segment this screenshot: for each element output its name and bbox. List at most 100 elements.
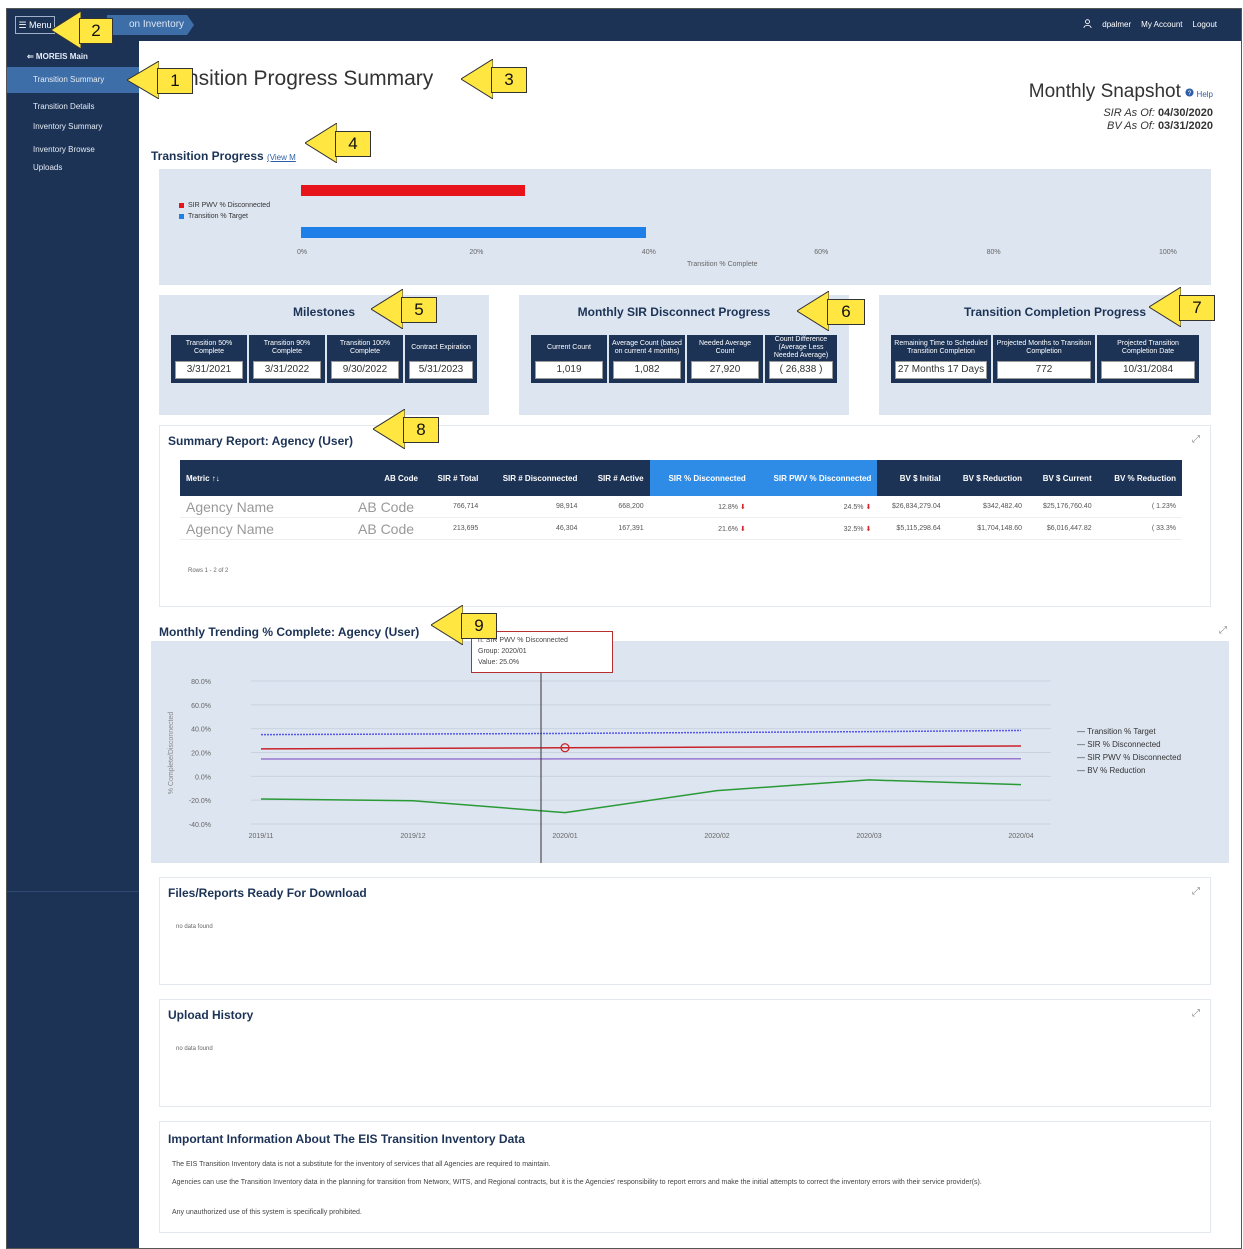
bar-sir-pwv-disconnected <box>301 185 525 196</box>
cell: $6,016,447.82 <box>1028 518 1098 540</box>
x-tick-label: 20% <box>469 249 483 256</box>
info-paragraph: Any unauthorized use of this system is s… <box>172 1208 1182 1219</box>
callout-arrow-icon <box>1149 287 1181 327</box>
col-ab-code[interactable]: AB Code <box>352 460 424 496</box>
sidebar-divider <box>7 891 139 892</box>
callout-arrow-icon <box>371 289 403 329</box>
trend-chart: 80.0%60.0%40.0%20.0%0.0%-20.0%-40.0%% Co… <box>151 641 1229 863</box>
cell: 24.5% ⬇ <box>752 496 878 518</box>
app-window: ☰ Menu on Inventory dpalmer My Account L… <box>6 8 1242 1249</box>
upload-history-panel: Upload History ⤢ no data found <box>159 999 1211 1107</box>
sidebar-item-inventory-browse[interactable]: Inventory Browse <box>7 140 139 160</box>
cell: 213,695 <box>424 518 484 540</box>
milestone-cell: Contract Expiration5/31/2023 <box>405 335 477 383</box>
x-tick-label: 40% <box>642 249 656 256</box>
sir-cell: Needed Average Count27,920 <box>687 335 763 383</box>
y-tick-label: 0.0% <box>195 774 211 781</box>
top-bar: ☰ Menu on Inventory dpalmer My Account L… <box>7 9 1241 41</box>
upload-history-empty: no data found <box>176 1046 213 1052</box>
cell: 98,914 <box>484 496 583 518</box>
expand-icon[interactable]: ⤢ <box>1192 886 1200 897</box>
col-sir-total[interactable]: SIR # Total <box>424 460 484 496</box>
cell: 167,391 <box>583 518 649 540</box>
milestone-cell: Transition 90% Complete3/31/2022 <box>249 335 325 383</box>
bv-as-of: BV As Of: 03/31/2020 <box>1029 120 1213 132</box>
y-axis-label: % Complete/Disconnected <box>168 712 175 795</box>
col-sir-pwv-pct[interactable]: SIR PWV % Disconnected <box>752 460 878 496</box>
sidebar: ⇐ MOREIS Main Transition Summary Transit… <box>7 41 139 1248</box>
series-line-sir-pwv-disconnected <box>261 746 1021 749</box>
help-label[interactable]: Help <box>1197 90 1213 99</box>
sidebar-item-transition-details[interactable]: Transition Details <box>7 97 139 117</box>
expand-icon[interactable]: ⤢ <box>1192 1008 1200 1019</box>
sir-as-of-date: 04/30/2020 <box>1158 107 1213 119</box>
user-links: dpalmer My Account Logout <box>1083 19 1217 30</box>
cell-ab-code: AB Code <box>352 518 424 540</box>
x-tick-label: 2020/03 <box>856 833 881 840</box>
sidebar-item-inventory-summary[interactable]: Inventory Summary <box>7 117 139 137</box>
main-content: nsition Progress Summary Monthly Snapsho… <box>139 41 1241 1248</box>
down-arrow-icon: ⬇ <box>865 526 871 533</box>
series-line-transition-target <box>261 730 1021 734</box>
trend-legend: — Transition % Target — SIR % Disconnect… <box>1077 725 1181 777</box>
monthly-snapshot: Monthly Snapshot ? Help SIR As Of: 04/30… <box>1029 81 1213 132</box>
x-tick-label: 100% <box>1159 249 1177 256</box>
legend-item-pwv: — SIR PWV % Disconnected <box>1077 751 1181 764</box>
callout-arrow-icon <box>127 61 159 99</box>
help-link[interactable]: ? Help <box>1185 90 1213 99</box>
y-tick-label: 60.0% <box>191 703 211 710</box>
info-paragraph: Agencies can use the Transition Inventor… <box>172 1178 1182 1189</box>
y-tick-label: 20.0% <box>191 751 211 758</box>
sir-cell: Average Count (based on current 4 months… <box>609 335 685 383</box>
x-tick-label: 2019/12 <box>400 833 425 840</box>
expand-icon[interactable]: ⤢ <box>1192 434 1200 445</box>
monthly-trending-title: Monthly Trending % Complete: Agency (Use… <box>159 625 419 639</box>
cell: 21.6% ⬇ <box>650 518 752 540</box>
my-account-link[interactable]: My Account <box>1141 20 1182 29</box>
milestone-cell: Transition 50% Complete3/31/2021 <box>171 335 247 383</box>
col-bv-current[interactable]: BV $ Current <box>1028 460 1098 496</box>
col-metric[interactable]: Metric ↑↓ <box>180 460 352 496</box>
cell-metric: Agency Name <box>180 518 352 540</box>
callout-arrow-icon <box>797 291 829 331</box>
callout-arrow-icon <box>431 605 463 645</box>
expand-icon[interactable]: ⤢ <box>1219 625 1227 636</box>
completion-cell: Remaining Time to Scheduled Transition C… <box>891 335 991 383</box>
transition-progress-xlabel: Transition % Complete <box>687 261 758 268</box>
monthly-trending-panel: 80.0%60.0%40.0%20.0%0.0%-20.0%-40.0%% Co… <box>151 641 1229 863</box>
col-bv-initial[interactable]: BV $ Initial <box>877 460 946 496</box>
table-row-count: Rows 1 - 2 of 2 <box>188 568 228 574</box>
menu-button[interactable]: ☰ Menu <box>15 16 55 34</box>
col-sir-active[interactable]: SIR # Active <box>583 460 649 496</box>
sidebar-item-transition-summary[interactable]: Transition Summary <box>7 67 139 93</box>
col-bv-pct-reduction[interactable]: BV % Reduction <box>1098 460 1182 496</box>
cell: $342,482.40 <box>947 496 1028 518</box>
user-name[interactable]: dpalmer <box>1102 20 1131 29</box>
col-sir-disconnected[interactable]: SIR # Disconnected <box>484 460 583 496</box>
sidebar-item-uploads[interactable]: Uploads <box>7 160 139 176</box>
cell-metric: Agency Name <box>180 496 352 518</box>
logout-link[interactable]: Logout <box>1193 20 1217 29</box>
help-icon: ? <box>1185 88 1194 97</box>
sidebar-main-link[interactable]: ⇐ MOREIS Main <box>7 47 139 67</box>
bar-transition-target <box>301 227 646 238</box>
view-more-link[interactable]: (View M <box>267 153 296 162</box>
x-tick-label: 2020/01 <box>552 833 577 840</box>
legend-item-bv: — BV % Reduction <box>1077 764 1181 777</box>
cell: 668,200 <box>583 496 649 518</box>
col-sir-pct-disconnected[interactable]: SIR % Disconnected <box>650 460 752 496</box>
legend-item-sir: SIR PWV % Disconnected <box>179 202 270 209</box>
callout-arrow-icon <box>461 59 493 99</box>
cell: 766,714 <box>424 496 484 518</box>
cell: 46,304 <box>484 518 583 540</box>
milestone-cell: Transition 100% Complete9/30/2022 <box>327 335 403 383</box>
breadcrumb[interactable]: on Inventory <box>107 15 194 35</box>
legend-item-target: Transition % Target <box>179 213 270 220</box>
col-bv-reduction[interactable]: BV $ Reduction <box>947 460 1028 496</box>
x-tick-label: 60% <box>814 249 828 256</box>
table-row[interactable]: Agency Name AB Code 766,714 98,914 668,2… <box>180 496 1182 518</box>
table-row[interactable]: Agency Name AB Code 213,695 46,304 167,3… <box>180 518 1182 540</box>
snapshot-title: Monthly Snapshot <box>1029 81 1181 102</box>
cell: $25,176,760.40 <box>1028 496 1098 518</box>
cell: $26,834,279.04 <box>877 496 946 518</box>
